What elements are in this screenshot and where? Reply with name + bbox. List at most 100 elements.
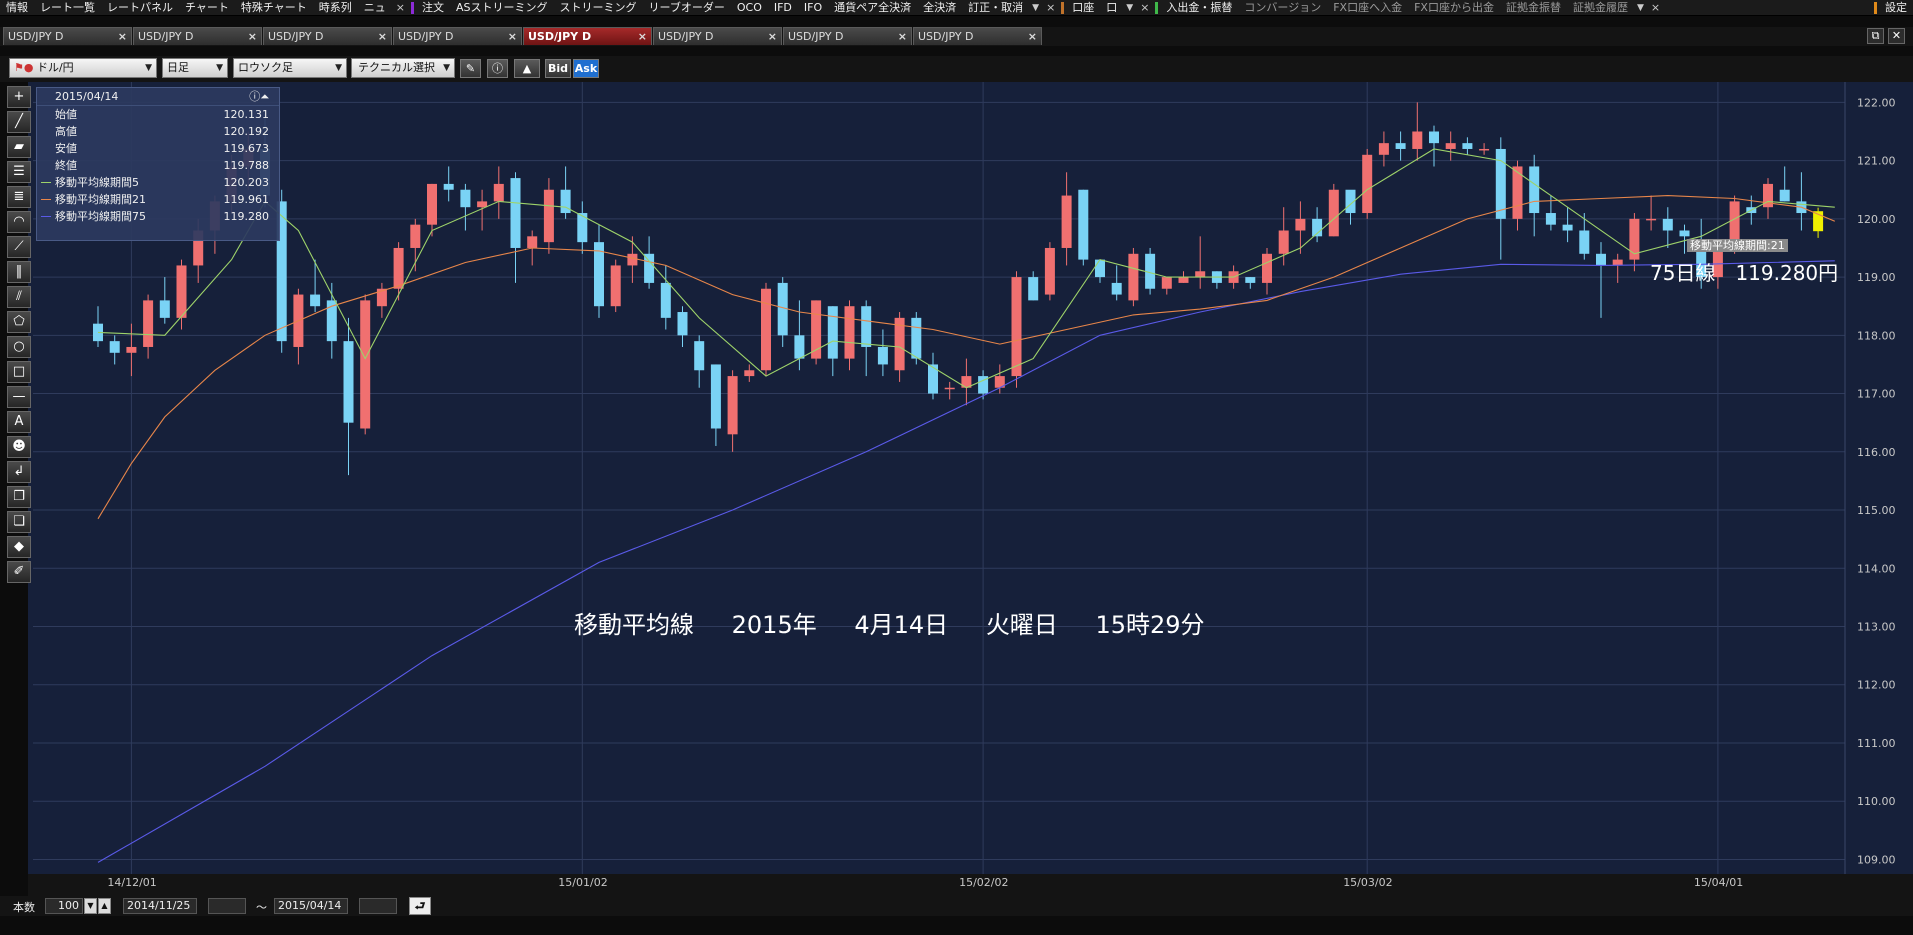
eraser-tool[interactable]: ◆ — [7, 536, 31, 558]
chart-tab[interactable]: USD/JPY D × — [3, 27, 132, 45]
price-chart[interactable]: 122.00 121.00 120.00 119.00 118.00 117.00 116.… — [28, 82, 1913, 896]
chart-tab[interactable]: USD/JPY D × — [523, 27, 652, 45]
chart-tab[interactable]: USD/JPY D × — [133, 27, 262, 45]
arc-tool[interactable]: ◠ — [7, 211, 31, 233]
period-select[interactable]: 日足 ▼ — [162, 58, 228, 78]
from-time-input[interactable] — [208, 898, 246, 914]
tab-close-icon[interactable]: × — [638, 28, 647, 45]
bid-button[interactable]: Bid — [545, 59, 571, 78]
chart-tab[interactable]: USD/JPY D × — [653, 27, 782, 45]
fan-tool[interactable]: ⟋ — [7, 236, 31, 258]
restore-window-button[interactable]: ⧉ — [1867, 28, 1884, 44]
ask-button[interactable]: Ask — [573, 59, 599, 78]
collapse-icon[interactable]: ⏶ — [260, 90, 269, 103]
menu-item[interactable]: 特殊チャート — [235, 0, 313, 15]
technical-select[interactable]: テクニカル選択 ▼ — [351, 58, 455, 78]
candle[interactable] — [1362, 148, 1373, 219]
info-button[interactable]: ⓘ — [487, 59, 508, 78]
pitchfork-tool[interactable]: ⫽ — [7, 286, 31, 308]
menu-item[interactable]: 時系列 — [313, 0, 358, 15]
paste-tool[interactable]: ❏ — [7, 511, 31, 533]
candle[interactable] — [1044, 242, 1055, 301]
menu-item[interactable]: 訂正・取消 — [962, 0, 1029, 15]
apply-range-button[interactable]: ⮐ — [409, 897, 431, 915]
crosshair-tool[interactable]: + — [7, 86, 31, 108]
to-time-input[interactable] — [359, 898, 397, 914]
fibonacci-tool[interactable]: ≣ — [7, 186, 31, 208]
draw-pen-button[interactable]: ✎ — [460, 59, 481, 78]
rectangle-tool[interactable]: □ — [7, 361, 31, 383]
tab-close-icon[interactable]: × — [898, 28, 907, 45]
candle[interactable] — [1128, 247, 1139, 307]
chart-tab[interactable]: USD/JPY D × — [913, 27, 1042, 45]
menu-item[interactable]: FX口座へ入金 — [1327, 0, 1408, 15]
bar-count-input[interactable]: 100 — [45, 898, 83, 914]
close-icon[interactable]: × — [1042, 1, 1059, 14]
candle[interactable] — [1328, 183, 1339, 237]
menu-item[interactable]: 情報 — [0, 0, 34, 15]
trendline-tool[interactable]: ╱ — [7, 111, 31, 133]
menu-item[interactable]: 全決済 — [917, 0, 962, 15]
menu-item[interactable]: FX口座から出金 — [1408, 0, 1500, 15]
emoji-tool[interactable]: ☻ — [7, 436, 31, 458]
menu-item[interactable]: 証拠金振替 — [1500, 0, 1567, 15]
tab-close-icon[interactable]: × — [118, 28, 127, 45]
candlestick-chart-svg[interactable]: 122.00 121.00 120.00 119.00 118.00 117.00 116.… — [28, 82, 1913, 896]
tab-close-icon[interactable]: × — [508, 28, 517, 45]
candle[interactable] — [1078, 189, 1089, 266]
menu-item[interactable]: ASストリーミング — [450, 0, 554, 15]
chart-style-button[interactable]: ▲ — [514, 59, 540, 78]
menu-item[interactable]: 口座 — [1066, 0, 1100, 15]
cursor-mode-tool[interactable]: ↲ — [7, 461, 31, 483]
tab-close-icon[interactable]: × — [378, 28, 387, 45]
close-icon[interactable]: × — [1647, 1, 1664, 14]
candle[interactable] — [360, 294, 371, 435]
menu-item[interactable]: 口 — [1100, 0, 1123, 15]
menu-item[interactable]: 証拠金履歴 — [1567, 0, 1634, 15]
hline-tool[interactable]: — — [7, 386, 31, 408]
pentagon-tool[interactable]: ⬠ — [7, 311, 31, 333]
delete-all-tool[interactable]: ✐ — [7, 561, 31, 583]
tab-close-icon[interactable]: × — [248, 28, 257, 45]
chevron-down-icon[interactable]: ▼ — [1029, 3, 1042, 13]
text-tool[interactable]: A — [7, 411, 31, 433]
horizontal-lines-tool[interactable]: ☰ — [7, 161, 31, 183]
from-date-input[interactable]: 2014/11/25 — [123, 898, 197, 914]
menu-item-deposit-transfer[interactable]: 入出金・振替 — [1160, 0, 1238, 15]
candle[interactable] — [761, 282, 771, 377]
info-icon[interactable]: ⓘ — [249, 90, 260, 103]
count-down-button[interactable]: ▼ — [84, 898, 97, 914]
circle-tool[interactable]: ○ — [7, 336, 31, 358]
count-up-button[interactable]: ▲ — [98, 898, 111, 914]
chevron-down-icon[interactable]: ▼ — [1634, 3, 1647, 13]
chart-type-select[interactable]: ロウソク足 ▼ — [233, 58, 347, 78]
candle[interactable] — [811, 300, 822, 365]
close-window-button[interactable]: ✕ — [1888, 28, 1905, 44]
menu-item[interactable]: 注文 — [416, 0, 450, 15]
chart-tab[interactable]: USD/JPY D × — [783, 27, 912, 45]
chevron-down-icon[interactable]: ▼ — [1123, 3, 1136, 13]
menu-item[interactable]: OCO — [731, 0, 768, 15]
menu-item[interactable]: ニュ — [358, 0, 392, 15]
chart-tab[interactable]: USD/JPY D × — [393, 27, 522, 45]
ruler-tool[interactable]: ▰ — [7, 136, 31, 158]
copy-tool[interactable]: ❐ — [7, 486, 31, 508]
menu-item[interactable]: IFO — [798, 0, 828, 15]
candle[interactable] — [610, 259, 621, 313]
vertical-lines-tool[interactable]: ‖ — [7, 261, 31, 283]
menu-item[interactable]: チャート — [179, 0, 235, 15]
currency-pair-select[interactable]: ⚑● ドル/円 ▼ — [9, 58, 157, 78]
chart-tab[interactable]: USD/JPY D × — [263, 27, 392, 45]
to-date-input[interactable]: 2015/04/14 — [274, 898, 348, 914]
tab-close-icon[interactable]: × — [768, 28, 777, 45]
close-icon[interactable]: × — [1136, 1, 1153, 14]
ohlc-panel-controls[interactable]: ⓘ⏶ — [249, 88, 269, 106]
menu-item[interactable]: レートパネル — [101, 0, 179, 15]
menu-item[interactable]: IFD — [768, 0, 798, 15]
menu-item[interactable]: 通貨ペア全決済 — [828, 0, 917, 15]
settings-menu-item[interactable]: 設定 — [1879, 0, 1913, 15]
menu-item[interactable]: レート一覧 — [34, 0, 101, 15]
menu-item[interactable]: ストリーミング — [554, 0, 643, 15]
candle[interactable] — [1011, 271, 1022, 388]
tab-close-icon[interactable]: × — [1028, 28, 1037, 45]
